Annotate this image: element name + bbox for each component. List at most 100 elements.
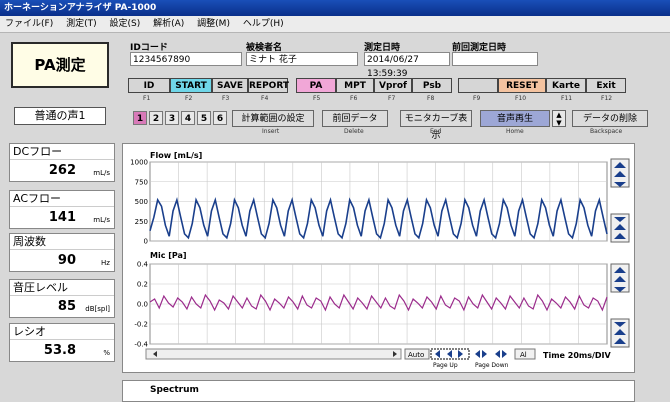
left-panel: PA測定 普通の声1 DCフロー 262 mL/s ACフロー 141 mL/s 周… bbox=[0, 33, 118, 400]
flow-ytick-label: 0 bbox=[144, 238, 148, 246]
flow-ytick-label: 250 bbox=[135, 218, 148, 226]
prev-datetime-field bbox=[452, 52, 538, 66]
monitor-curve-button[interactable]: モニタカーブ表示 bbox=[400, 110, 472, 141]
pa-button[interactable]: PA bbox=[296, 78, 336, 93]
mic-ytick-label: -0.2 bbox=[134, 321, 148, 329]
ratio-label: レシオ bbox=[10, 324, 114, 340]
mic-ytick-label: 0.4 bbox=[137, 261, 149, 269]
flow-title: Flow [mL/s] bbox=[150, 151, 202, 160]
flow-ytick-label: 750 bbox=[135, 178, 148, 186]
dc-flow-label: DCフロー bbox=[10, 144, 114, 160]
auto-button[interactable]: Auto bbox=[408, 351, 424, 359]
delete-data-button[interactable]: データの削除 bbox=[572, 110, 648, 127]
menu-settings[interactable]: 設定(S) bbox=[104, 16, 145, 32]
mic-grid: 0.4 0.2 0.0 -0.2 -0.4 bbox=[134, 261, 608, 349]
spl-card: 音圧レベル 85 dB[spl] bbox=[9, 279, 115, 318]
f6-key: F6 bbox=[350, 95, 358, 102]
mic-zoom-out-button[interactable] bbox=[610, 318, 630, 348]
ac-flow-unit: mL/s bbox=[93, 216, 110, 224]
frequency-value: 90 Hz bbox=[10, 250, 114, 271]
spin-down-icon[interactable]: ▼ bbox=[553, 119, 565, 127]
window-title: ホーネーションアナライザ PA-1000 bbox=[0, 0, 670, 16]
frequency-unit: Hz bbox=[101, 259, 110, 267]
f2-key: F2 bbox=[185, 95, 193, 102]
flow-zoom-out-button[interactable] bbox=[610, 213, 630, 243]
f1-key: F1 bbox=[143, 95, 151, 102]
calc-range-button[interactable]: 計算範囲の設定 bbox=[232, 110, 314, 127]
mic-ytick-label: 0.2 bbox=[137, 281, 148, 289]
waveform-svg: 0 250 500 750 1000 0.4 0.2 0.0 -0.2 -0.4 Flow [m… bbox=[130, 151, 630, 369]
horizontal-scrollbar[interactable] bbox=[145, 348, 402, 360]
flow-ytick-label: 1000 bbox=[130, 159, 148, 167]
ac-flow-card: ACフロー 141 mL/s bbox=[9, 190, 115, 229]
delete-hint: Delete bbox=[344, 128, 364, 135]
end-hint: End bbox=[430, 128, 442, 135]
spin-up-icon[interactable]: ▲ bbox=[553, 111, 565, 119]
frequency-label: 周波数 bbox=[10, 234, 114, 250]
spl-label: 音圧レベル bbox=[10, 280, 114, 296]
name-input[interactable]: ミナト 花子 bbox=[246, 52, 358, 66]
tab-2[interactable]: 2 bbox=[149, 111, 163, 125]
start-button[interactable]: START bbox=[170, 78, 212, 93]
f4-key: F4 bbox=[261, 95, 269, 102]
spl-value: 85 dB[spl] bbox=[10, 296, 114, 317]
pa-measure-button[interactable]: PA測定 bbox=[11, 42, 109, 88]
menu-file[interactable]: ファイル(F) bbox=[0, 16, 58, 32]
menu-analysis[interactable]: 解析(A) bbox=[148, 16, 189, 32]
tab-6[interactable]: 6 bbox=[213, 111, 227, 125]
f7-key: F7 bbox=[388, 95, 396, 102]
f9-key: F9 bbox=[473, 95, 481, 102]
mic-zoom-in-button[interactable] bbox=[610, 263, 630, 293]
spectrum-panel: Spectrum bbox=[122, 380, 635, 402]
page-down-arrows-icon[interactable] bbox=[475, 350, 507, 358]
f3-key: F3 bbox=[222, 95, 230, 102]
mpt-button[interactable]: MPT bbox=[336, 78, 374, 93]
flow-ytick-label: 500 bbox=[135, 198, 148, 206]
page-down-label: Page Down bbox=[475, 362, 509, 369]
reset-button[interactable]: RESET bbox=[498, 78, 546, 93]
prev-data-button[interactable]: 前回データ bbox=[322, 110, 388, 127]
report-button[interactable]: REPORT bbox=[248, 78, 289, 93]
dc-flow-unit: mL/s bbox=[93, 169, 110, 177]
mic-ytick-label: -0.4 bbox=[134, 341, 148, 349]
spectrum-title: Spectrum bbox=[150, 385, 199, 395]
menu-adjust[interactable]: 調整(M) bbox=[192, 16, 235, 32]
f10-key: F10 bbox=[515, 95, 527, 102]
mic-title: Mic [Pa] bbox=[150, 251, 187, 260]
f11-key: F11 bbox=[561, 95, 573, 102]
tab-3[interactable]: 3 bbox=[165, 111, 179, 125]
tab-4[interactable]: 4 bbox=[181, 111, 195, 125]
tab-5[interactable]: 5 bbox=[197, 111, 211, 125]
tab-1[interactable]: 1 bbox=[133, 111, 147, 125]
voice-selector[interactable]: 普通の声1 bbox=[14, 107, 106, 125]
id-button[interactable]: ID bbox=[128, 78, 170, 93]
page-up-label: Page Up bbox=[433, 362, 458, 369]
vprof-button[interactable]: Vprof bbox=[374, 78, 412, 93]
patient-info: IDコード 1234567890 被検者名 ミナト 花子 測定日時 2014/0… bbox=[126, 40, 670, 79]
dc-flow-card: DCフロー 262 mL/s bbox=[9, 143, 115, 182]
save-button[interactable]: SAVE bbox=[212, 78, 248, 93]
exit-button[interactable]: Exit bbox=[586, 78, 626, 93]
flow-zoom-in-button[interactable] bbox=[610, 158, 630, 188]
f5-key: F5 bbox=[313, 95, 321, 102]
spl-unit: dB[spl] bbox=[85, 305, 110, 313]
insert-hint: Insert bbox=[262, 128, 280, 135]
waveform-chart: 0 250 500 750 1000 0.4 0.2 0.0 -0.2 -0.4 Flow [m… bbox=[122, 143, 635, 373]
f8-key: F8 bbox=[427, 95, 435, 102]
ratio-card: レシオ 53.8% bbox=[9, 323, 115, 362]
f9-button[interactable] bbox=[458, 78, 498, 93]
menu-measure[interactable]: 測定(T) bbox=[61, 16, 102, 32]
menu-bar: ファイル(F) 測定(T) 設定(S) 解析(A) 調整(M) ヘルプ(H) bbox=[0, 16, 670, 33]
al-button[interactable]: Al bbox=[520, 351, 527, 359]
id-input[interactable]: 1234567890 bbox=[130, 52, 242, 66]
dc-flow-value: 262 mL/s bbox=[10, 160, 114, 181]
time-scale-label: Time 20ms/DIV bbox=[543, 351, 612, 360]
karte-button[interactable]: Karte bbox=[546, 78, 586, 93]
frequency-card: 周波数 90 Hz bbox=[9, 233, 115, 272]
f12-key: F12 bbox=[601, 95, 613, 102]
menu-help[interactable]: ヘルプ(H) bbox=[238, 16, 289, 32]
audio-playback-button[interactable]: 音声再生 bbox=[480, 110, 550, 127]
datetime-field: 2014/06/27 13:59:39 bbox=[364, 52, 450, 79]
playback-spinner[interactable]: ▲ ▼ bbox=[552, 110, 566, 127]
psb-button[interactable]: Psb bbox=[412, 78, 452, 93]
